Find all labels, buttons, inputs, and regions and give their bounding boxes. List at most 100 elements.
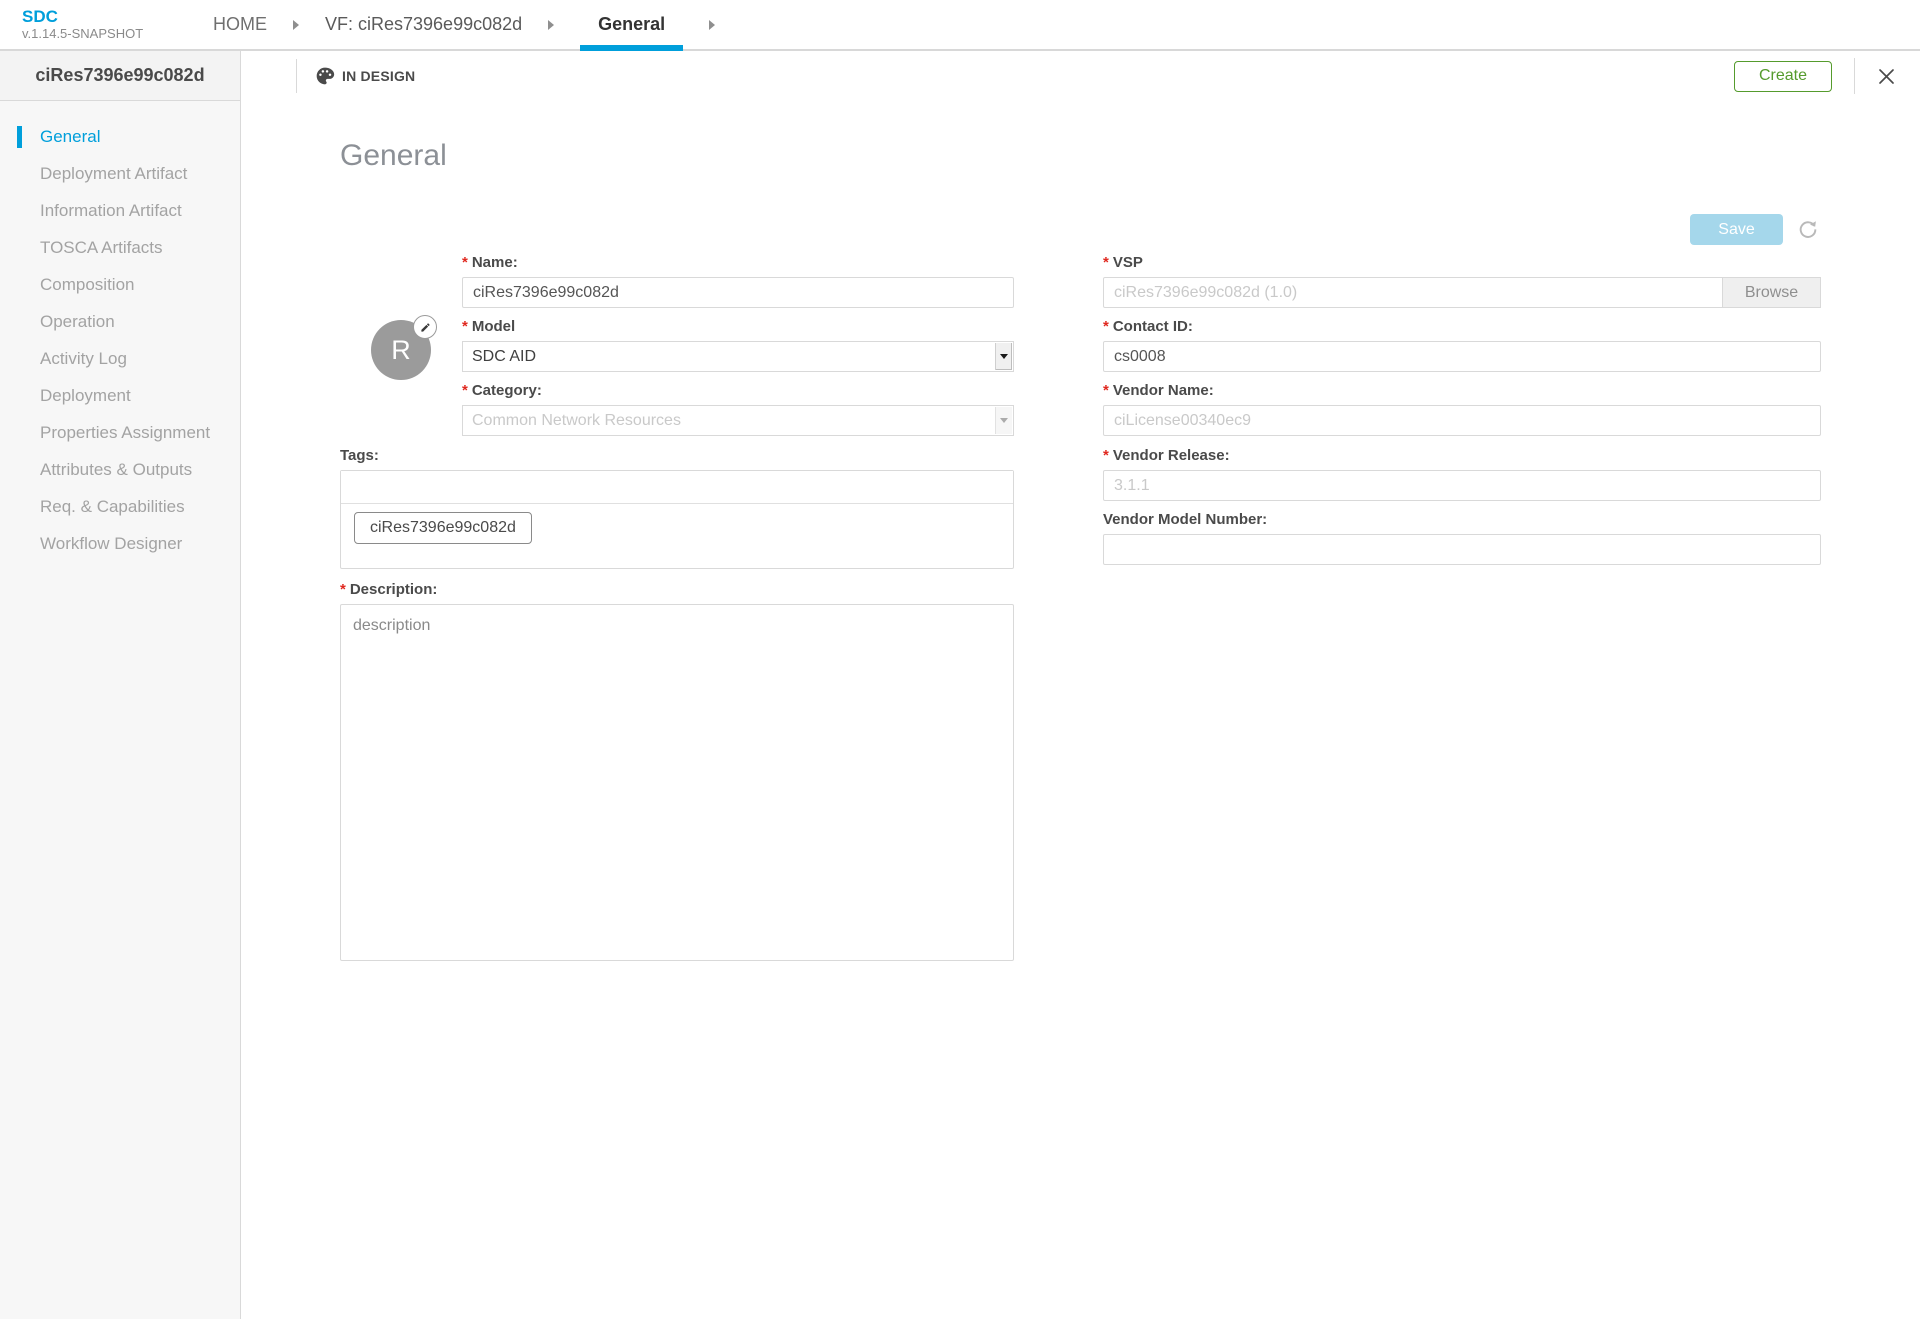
vsp-field: * VSP Browse (1103, 254, 1821, 308)
avatar-letter: R (391, 335, 411, 366)
main-content: General Save R * Name: (241, 101, 1920, 1319)
name-input[interactable] (462, 277, 1014, 308)
sidebar-item-deployment-artifact[interactable]: Deployment Artifact (0, 155, 240, 192)
top-nav: SDC v.1.14.5-SNAPSHOT HOME VF: ciRes7396… (0, 0, 1920, 51)
revert-button[interactable] (1797, 218, 1819, 240)
sidebar-item-composition[interactable]: Composition (0, 266, 240, 303)
model-label: * Model (462, 318, 1014, 335)
sidebar-item-label: Properties Assignment (40, 423, 210, 443)
tags-label: Tags: (340, 447, 1014, 464)
close-icon (1877, 67, 1896, 86)
sidebar-item-label: Attributes & Outputs (40, 460, 192, 480)
required-marker: * (1103, 447, 1109, 464)
status-badge: IN DESIGN (342, 68, 415, 84)
vendor-release-field: * Vendor Release: (1103, 447, 1821, 501)
description-textarea[interactable]: description (340, 604, 1014, 961)
page-title: General (340, 139, 447, 173)
app-version: v.1.14.5-SNAPSHOT (22, 26, 143, 42)
breadcrumb-current-label: General (598, 14, 665, 35)
header-divider (1854, 58, 1855, 94)
chevron-down-icon (995, 407, 1012, 434)
pencil-icon (420, 322, 431, 333)
breadcrumb-current[interactable]: General (580, 0, 683, 49)
tags-input[interactable] (341, 471, 1013, 504)
sidebar-item-attributes-outputs[interactable]: Attributes & Outputs (0, 451, 240, 488)
sidebar-item-req-capabilities[interactable]: Req. & Capabilities (0, 488, 240, 525)
sidebar-item-label: Activity Log (40, 349, 127, 369)
edit-avatar-button[interactable] (413, 315, 437, 339)
sidebar-item-information-artifact[interactable]: Information Artifact (0, 192, 240, 229)
sidebar-item-label: Deployment Artifact (40, 164, 187, 184)
sidebar-item-label: General (40, 127, 100, 147)
avatar: R (371, 320, 431, 380)
vendor-model-number-input[interactable] (1103, 534, 1821, 565)
vendor-name-input (1103, 405, 1821, 436)
palette-icon (315, 66, 335, 86)
app-logo-title: SDC (22, 7, 143, 26)
vsp-input (1103, 277, 1723, 308)
toolbar: IN DESIGN Create (241, 51, 1920, 101)
category-label: * Category: (462, 382, 1014, 399)
sidebar-item-label: Workflow Designer (40, 534, 182, 554)
contact-id-input[interactable] (1103, 341, 1821, 372)
entity-name: ciRes7396e99c082d (35, 65, 204, 86)
required-marker: * (1103, 318, 1109, 335)
vendor-name-label: * Vendor Name: (1103, 382, 1821, 399)
sidebar-nav: General Deployment Artifact Information … (0, 101, 241, 1319)
category-field: * Category: Common Network Resources (462, 382, 1014, 436)
sidebar-item-general[interactable]: General (0, 118, 240, 155)
vendor-model-number-label: Vendor Model Number: (1103, 511, 1821, 528)
page: SDC v.1.14.5-SNAPSHOT HOME VF: ciRes7396… (0, 0, 1920, 1319)
app-logo[interactable]: SDC v.1.14.5-SNAPSHOT (22, 7, 143, 42)
category-select: Common Network Resources (462, 405, 1014, 436)
sidebar-item-label: Information Artifact (40, 201, 182, 221)
sidebar-item-properties-assignment[interactable]: Properties Assignment (0, 414, 240, 451)
sidebar-item-label: TOSCA Artifacts (40, 238, 163, 258)
sidebar-item-label: Operation (40, 312, 115, 332)
description-label: * Description: (340, 581, 1014, 598)
required-marker: * (462, 382, 468, 399)
required-marker: * (462, 318, 468, 335)
create-button[interactable]: Create (1734, 61, 1832, 92)
revert-icon (1797, 218, 1819, 240)
tag-chip[interactable]: ciRes7396e99c082d (354, 512, 532, 544)
vendor-release-label: * Vendor Release: (1103, 447, 1821, 464)
sidebar-item-operation[interactable]: Operation (0, 303, 240, 340)
vendor-model-number-field: Vendor Model Number: (1103, 511, 1821, 565)
required-marker: * (1103, 382, 1109, 399)
sidebar-item-tosca-artifacts[interactable]: TOSCA Artifacts (0, 229, 240, 266)
name-label: * Name: (462, 254, 1014, 271)
breadcrumb-arrow-icon (548, 20, 554, 30)
sidebar-item-activity-log[interactable]: Activity Log (0, 340, 240, 377)
contact-id-label: * Contact ID: (1103, 318, 1821, 335)
sidebar-item-label: Req. & Capabilities (40, 497, 185, 517)
close-button[interactable] (1877, 67, 1896, 86)
vendor-release-input (1103, 470, 1821, 501)
sidebar-header: ciRes7396e99c082d (0, 51, 241, 101)
sidebar-item-workflow-designer[interactable]: Workflow Designer (0, 525, 240, 562)
sidebar-item-deployment[interactable]: Deployment (0, 377, 240, 414)
toolbar-divider (296, 59, 297, 93)
browse-button[interactable]: Browse (1723, 277, 1821, 308)
breadcrumb-home[interactable]: HOME (213, 14, 267, 35)
sidebar-item-label: Deployment (40, 386, 131, 406)
tags-field: Tags: ciRes7396e99c082d (340, 447, 1014, 569)
required-marker: * (340, 581, 346, 598)
active-item-bar (17, 126, 22, 148)
header-actions: Create (1734, 51, 1896, 101)
category-select-value: Common Network Resources (472, 412, 681, 430)
sidebar-item-label: Composition (40, 275, 135, 295)
name-field: * Name: (462, 254, 1014, 308)
breadcrumb-entity[interactable]: VF: ciRes7396e99c082d (325, 14, 522, 35)
vsp-label: * VSP (1103, 254, 1821, 271)
description-field: * Description: description (340, 581, 1014, 966)
chevron-down-icon (995, 343, 1012, 370)
model-select-value: SDC AID (472, 348, 536, 366)
vendor-name-field: * Vendor Name: (1103, 382, 1821, 436)
required-marker: * (462, 254, 468, 271)
model-select[interactable]: SDC AID (462, 341, 1014, 372)
breadcrumb-arrow-icon (709, 20, 715, 30)
breadcrumb-arrow-icon (293, 20, 299, 30)
save-button[interactable]: Save (1690, 214, 1783, 245)
tags-box: ciRes7396e99c082d (340, 470, 1014, 569)
